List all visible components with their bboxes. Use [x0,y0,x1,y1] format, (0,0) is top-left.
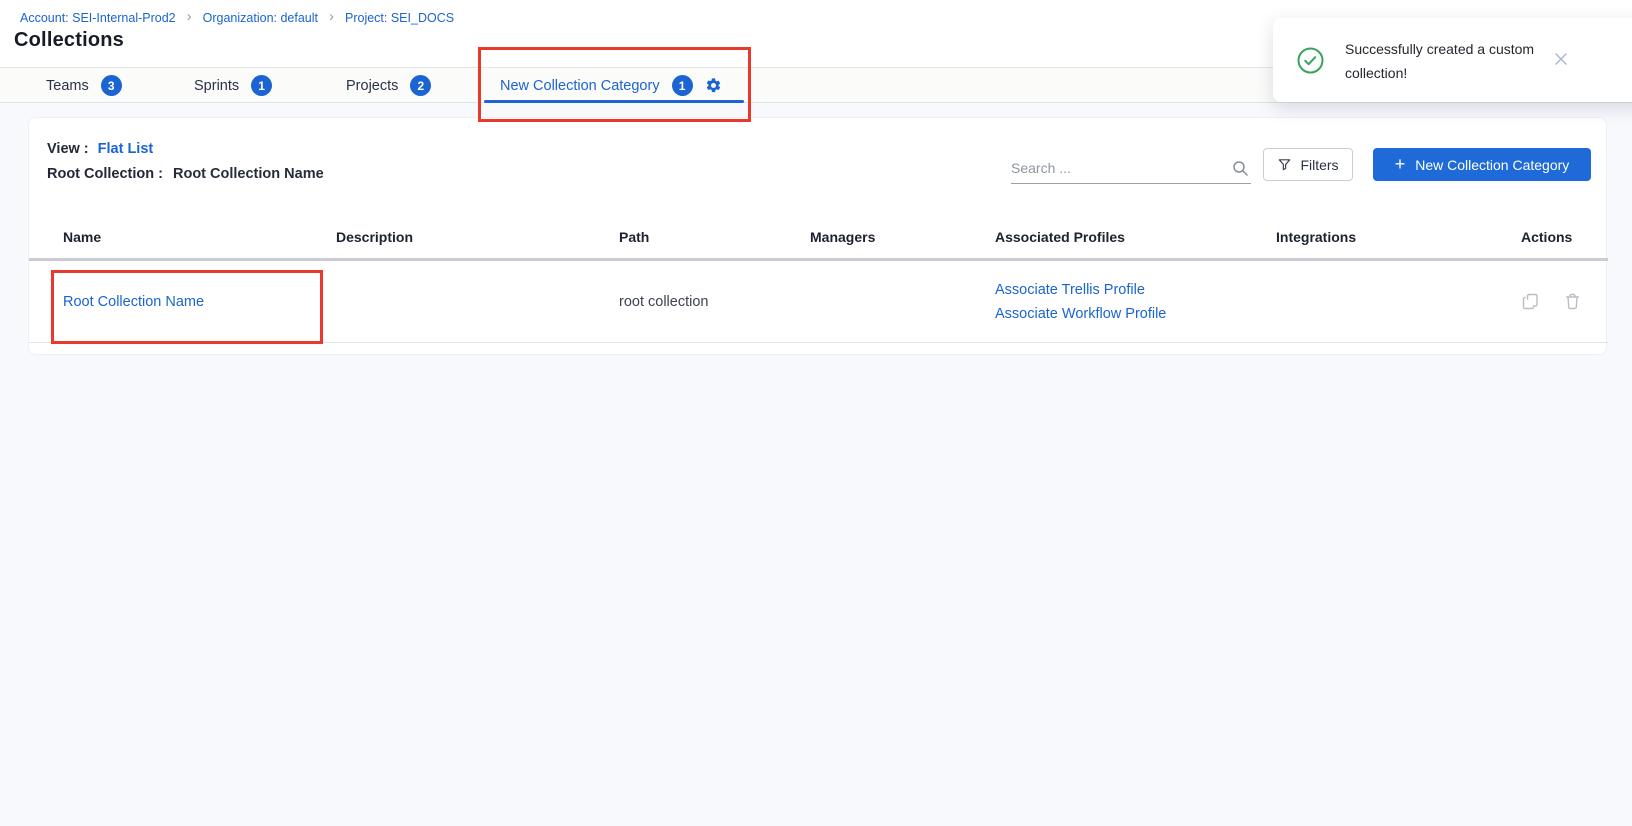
view-label: View : [47,141,89,157]
plus-icon: + [1395,155,1406,175]
row-actions [1521,292,1608,311]
view-row: View : Flat List [47,141,153,157]
view-flat-list-link[interactable]: Flat List [98,141,154,157]
search-input[interactable] [1011,154,1221,182]
collections-page: Account: SEI-Internal-Prod2 › Organizati… [0,0,1632,826]
chevron-right-icon: › [187,9,192,26]
root-collection-label: Root Collection : [47,166,163,182]
tab-new-collection-category[interactable]: New Collection Category 1 [500,68,722,103]
tab-new-collection-category-count-badge: 1 [672,75,693,96]
success-check-icon [1297,47,1324,74]
table-row: Root Collection Name root collection Ass… [29,261,1608,343]
chevron-right-icon: › [329,9,334,26]
tab-projects[interactable]: Projects 2 [346,68,431,103]
tab-teams-count-badge: 3 [101,75,122,96]
table-header: Name Description Path Managers Associate… [29,215,1608,261]
success-toast: Successfully created a custom collection… [1273,18,1632,102]
filter-funnel-icon [1277,157,1292,172]
filters-button[interactable]: Filters [1263,148,1353,181]
tab-new-collection-category-label: New Collection Category [500,78,660,94]
tab-projects-label: Projects [346,78,398,94]
tab-sprints[interactable]: Sprints 1 [194,68,272,103]
associate-trellis-profile-link[interactable]: Associate Trellis Profile [995,282,1276,298]
column-header-path: Path [619,229,810,245]
new-collection-category-button[interactable]: + New Collection Category [1373,148,1591,181]
root-collection-value: Root Collection Name [173,166,324,182]
tab-sprints-count-badge: 1 [251,75,272,96]
search-icon [1232,160,1249,177]
column-header-name: Name [63,229,336,245]
toast-message: Successfully created a custom collection… [1345,37,1567,85]
filters-button-label: Filters [1300,157,1338,173]
breadcrumb-project-link[interactable]: Project: SEI_DOCS [345,11,454,25]
search-field [1011,154,1251,184]
breadcrumb-account-link[interactable]: Account: SEI-Internal-Prod2 [20,11,176,25]
breadcrumb: Account: SEI-Internal-Prod2 › Organizati… [20,9,454,26]
collection-path-cell: root collection [619,294,810,310]
associated-profiles-cell: Associate Trellis Profile Associate Work… [995,282,1276,322]
new-collection-category-button-label: New Collection Category [1415,157,1569,173]
column-header-description: Description [336,229,619,245]
active-tab-underline [484,100,744,103]
column-header-managers: Managers [810,229,995,245]
tab-teams-label: Teams [46,78,89,94]
associate-workflow-profile-link[interactable]: Associate Workflow Profile [995,306,1276,322]
root-collection-row: Root Collection : Root Collection Name [47,166,324,182]
column-header-associated-profiles: Associated Profiles [995,229,1276,245]
column-header-integrations: Integrations [1276,229,1476,245]
settings-gear-icon[interactable] [705,77,722,94]
tab-projects-count-badge: 2 [410,75,431,96]
page-title: Collections [14,29,124,52]
tab-sprints-label: Sprints [194,78,239,94]
close-icon[interactable] [1553,51,1569,67]
collection-name-link[interactable]: Root Collection Name [63,294,204,310]
collections-content-card: View :Flat List Root Collection :Root Co… [28,117,1607,355]
delete-trash-icon[interactable] [1563,292,1582,311]
column-header-actions: Actions [1476,229,1608,245]
tab-teams[interactable]: Teams 3 [46,68,122,103]
breadcrumb-organization-link[interactable]: Organization: default [203,11,318,25]
copy-icon[interactable] [1521,292,1540,311]
